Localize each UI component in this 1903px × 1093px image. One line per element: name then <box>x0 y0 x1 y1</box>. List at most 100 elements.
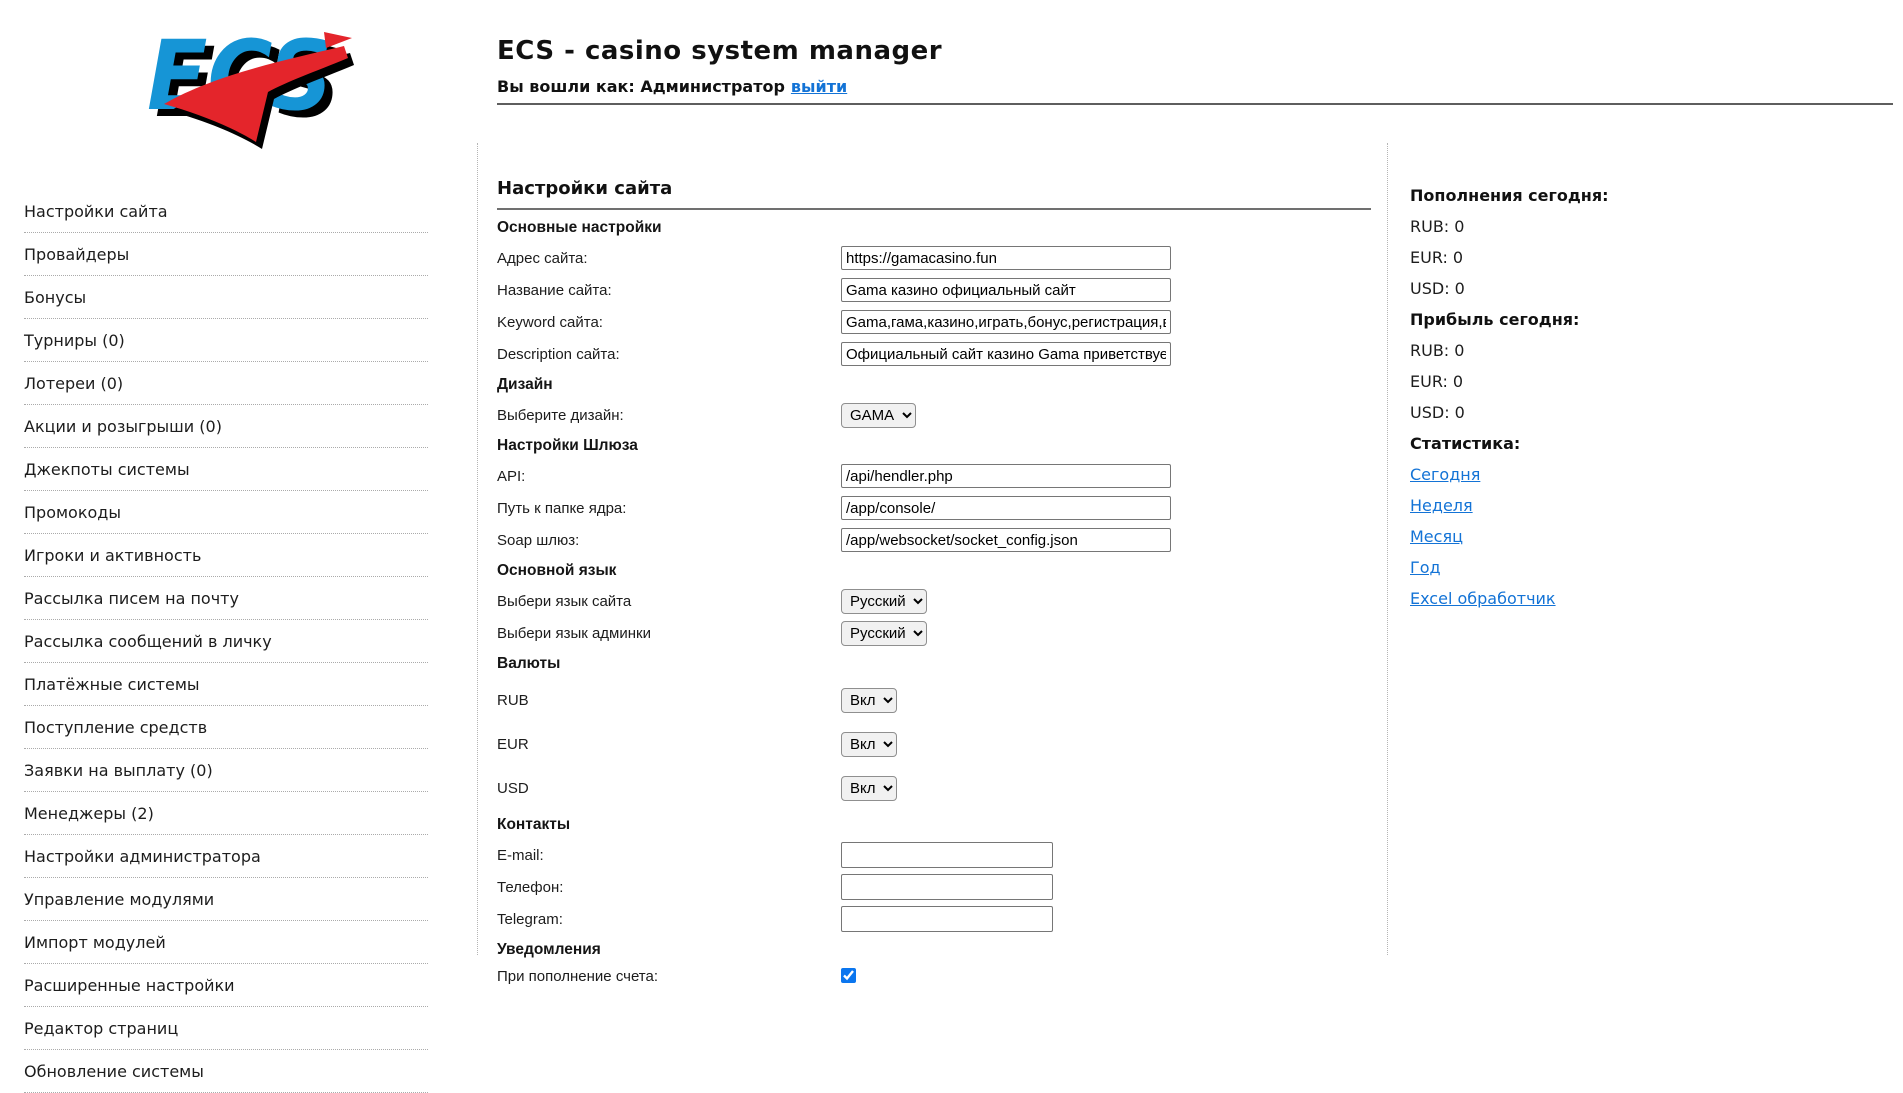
section-label: Основные настройки <box>497 219 662 237</box>
soap-gateway-input[interactable] <box>841 528 1171 552</box>
api-label: API: <box>497 468 841 485</box>
sidebar-item[interactable]: Акции и розыгрыши (0) <box>24 405 428 448</box>
notify-on-deposit-checkbox[interactable] <box>841 968 856 983</box>
sidebar-item[interactable]: Лотереи (0) <box>24 362 428 405</box>
currency-eur-select[interactable]: Вкл <box>841 732 897 757</box>
form-row-admin-language: Выбери язык админкиРусский <box>497 617 1371 649</box>
site-name-label: Название сайта: <box>497 282 841 299</box>
phone-input[interactable] <box>841 874 1053 900</box>
form-row-currency-eur: EURВкл <box>497 722 1371 766</box>
sidebar-item[interactable]: Турниры (0) <box>24 319 428 362</box>
core-folder-path-input[interactable] <box>841 496 1171 520</box>
section-label: Настройки Шлюза <box>497 437 638 455</box>
sidebar-item[interactable]: Импорт модулей <box>24 921 428 964</box>
sidebar-item[interactable]: Игроки и активность <box>24 534 428 577</box>
sidebar-item[interactable]: Поступление средств <box>24 706 428 749</box>
form-section-basic-settings: Основные настройки <box>497 213 1371 242</box>
sidebar-item[interactable]: Промокоды <box>24 491 428 534</box>
design-theme-label: Выберите дизайн: <box>497 407 841 424</box>
phone-label: Телефон: <box>497 879 841 896</box>
main-panel: Настройки сайта Основные настройки Адрес … <box>497 178 1371 1000</box>
site-address-label: Адрес сайта: <box>497 250 841 267</box>
form-row-site-keywords: Keyword сайта: <box>497 306 1371 338</box>
stats-link[interactable]: Excel обработчик <box>1410 589 1556 608</box>
login-status: Вы вошли как: Администратор выйти <box>497 77 847 96</box>
logout-link[interactable]: выйти <box>791 77 847 96</box>
deposit-value: USD: 0 <box>1410 279 1790 298</box>
sidebar-item[interactable]: Расширенные настройки <box>24 964 428 1007</box>
login-prefix: Вы вошли как: Администратор <box>497 77 785 96</box>
header-divider <box>497 103 1893 105</box>
deposit-value: EUR: 0 <box>1410 248 1790 267</box>
profit-value: RUB: 0 <box>1410 341 1790 360</box>
form-row-phone: Телефон: <box>497 871 1371 903</box>
statistics-links: Сегодня Неделя Месяц Год Excel обработчик <box>1410 465 1790 608</box>
currency-rub-select[interactable]: Вкл <box>841 688 897 713</box>
telegram-input[interactable] <box>841 906 1053 932</box>
core-folder-path-label: Путь к папке ядра: <box>497 500 841 517</box>
page-title: Настройки сайта <box>497 178 1371 210</box>
sidebar-item[interactable]: Бонусы <box>24 276 428 319</box>
form-section-contacts: Контакты <box>497 810 1371 839</box>
sidebar-item[interactable]: Провайдеры <box>24 233 428 276</box>
site-description-input[interactable] <box>841 342 1171 366</box>
deposits-today-values: RUB: 0 EUR: 0 USD: 0 <box>1410 217 1790 298</box>
stats-panel: Пополнения сегодня: RUB: 0 EUR: 0 USD: 0 П… <box>1410 186 1790 620</box>
form-row-site-name: Название сайта: <box>497 274 1371 306</box>
site-language-label: Выбери язык сайта <box>497 593 841 610</box>
sidebar-item[interactable]: Управление модулями <box>24 878 428 921</box>
profit-value: EUR: 0 <box>1410 372 1790 391</box>
form-row-currency-rub: RUBВкл <box>497 678 1371 722</box>
currency-rub-label: RUB <box>497 692 841 709</box>
sidebar-item[interactable]: Рассылка сообщений в личку <box>24 620 428 663</box>
site-settings-form: Основные настройки Адрес сайта: Название с… <box>497 213 1371 1000</box>
form-section-currencies: Валюты <box>497 649 1371 678</box>
notify-on-deposit-label: При пополнение счета: <box>497 968 841 985</box>
statistics-header: Статистика: <box>1410 434 1790 453</box>
site-language-select[interactable]: Русский <box>841 589 927 614</box>
sidebar-item[interactable]: Платёжные системы <box>24 663 428 706</box>
site-address-input[interactable] <box>841 246 1171 270</box>
site-keywords-input[interactable] <box>841 310 1171 334</box>
profit-value: USD: 0 <box>1410 403 1790 422</box>
form-row-core-folder-path: Путь к папке ядра: <box>497 492 1371 524</box>
design-theme-select[interactable]: GAMA <box>841 403 916 428</box>
sidebar-item[interactable]: Менеджеры (2) <box>24 792 428 835</box>
sidebar-item[interactable]: Редактор страниц <box>24 1007 428 1050</box>
site-name-input[interactable] <box>841 278 1171 302</box>
section-label: Дизайн <box>497 376 553 394</box>
sidebar-item[interactable]: Настройки сайта <box>24 200 428 233</box>
form-section-notifications: Уведомления <box>497 935 1371 964</box>
api-input[interactable] <box>841 464 1171 488</box>
form-section-main-language: Основной язык <box>497 556 1371 585</box>
admin-language-label: Выбери язык админки <box>497 625 841 642</box>
form-section-gateway-settings: Настройки Шлюза <box>497 431 1371 460</box>
section-label: Контакты <box>497 816 570 834</box>
site-keywords-label: Keyword сайта: <box>497 314 841 331</box>
form-row-email: E-mail: <box>497 839 1371 871</box>
email-input[interactable] <box>841 842 1053 868</box>
stats-link[interactable]: Сегодня <box>1410 465 1480 484</box>
profit-today-header: Прибыль сегодня: <box>1410 310 1790 329</box>
sidebar-item[interactable]: Настройки администратора <box>24 835 428 878</box>
admin-language-select[interactable]: Русский <box>841 621 927 646</box>
stats-link[interactable]: Год <box>1410 558 1441 577</box>
deposits-today-header: Пополнения сегодня: <box>1410 186 1790 205</box>
form-row-telegram: Telegram: <box>497 903 1371 935</box>
form-row-site-address: Адрес сайта: <box>497 242 1371 274</box>
currency-usd-select[interactable]: Вкл <box>841 776 897 801</box>
ecs-logo: ECS ECS <box>136 12 358 152</box>
stats-link[interactable]: Неделя <box>1410 496 1473 515</box>
sidebar-item[interactable]: Рассылка писем на почту <box>24 577 428 620</box>
form-row-site-language: Выбери язык сайтаРусский <box>497 585 1371 617</box>
sidebar-item[interactable]: Джекпоты системы <box>24 448 428 491</box>
stats-link[interactable]: Месяц <box>1410 527 1463 546</box>
section-label: Уведомления <box>497 941 601 959</box>
form-row-api: API: <box>497 460 1371 492</box>
deposit-value: RUB: 0 <box>1410 217 1790 236</box>
sidebar-item[interactable]: Обновление системы <box>24 1050 428 1093</box>
sidebar-main-divider <box>477 143 478 955</box>
section-label: Основной язык <box>497 562 616 580</box>
sidebar-item[interactable]: Заявки на выплату (0) <box>24 749 428 792</box>
sidebar-menu: Настройки сайтаПровайдерыБонусыТурниры (… <box>24 200 428 1093</box>
